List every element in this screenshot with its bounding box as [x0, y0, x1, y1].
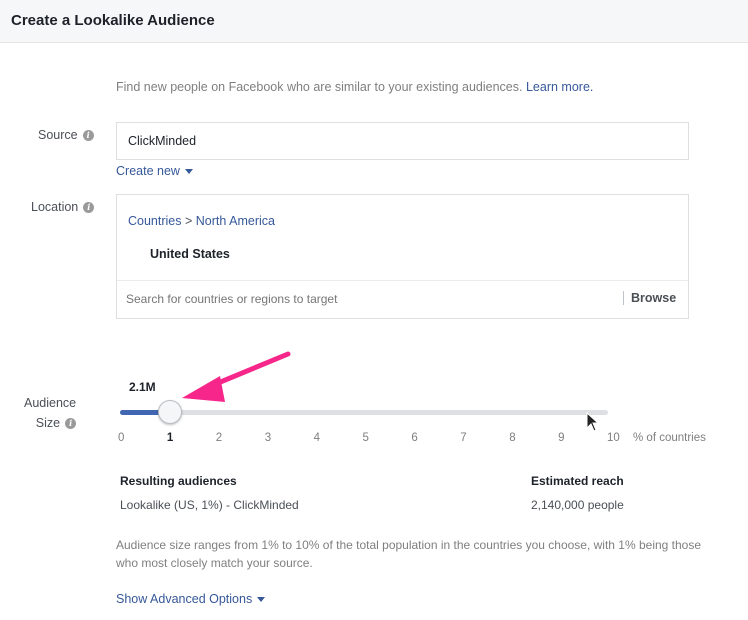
intro-description: Find new people on Facebook who are simi…	[116, 80, 523, 94]
slider-tick-label: 4	[313, 432, 320, 444]
estimated-reach-header: Estimated reach	[531, 474, 624, 488]
selected-country[interactable]: United States	[150, 247, 230, 261]
learn-more-link[interactable]: Learn more.	[526, 80, 593, 94]
source-value: ClickMinded	[128, 134, 197, 148]
dialog-title: Create a Lookalike Audience	[11, 12, 215, 29]
info-icon[interactable]: i	[65, 418, 77, 430]
annotation-arrow-icon	[182, 351, 291, 402]
slider-tick-label: 10	[607, 432, 620, 444]
slider-tick-label: 5	[362, 432, 369, 444]
dialog-header: Create a Lookalike Audience	[0, 0, 748, 43]
breadcrumb-countries[interactable]: Countries	[128, 214, 182, 228]
info-icon[interactable]: i	[82, 130, 94, 142]
breadcrumb-region[interactable]: North America	[196, 214, 275, 228]
divider	[117, 280, 688, 281]
source-label: Source i	[38, 128, 94, 142]
browse-button[interactable]: Browse	[631, 291, 676, 305]
slider-tick-label: 0	[118, 432, 125, 444]
estimated-reach-value: 2,140,000 people	[531, 498, 624, 512]
slider-tick-label: 2	[215, 432, 223, 444]
audience-size-slider[interactable]	[120, 410, 608, 415]
location-search-input[interactable]	[126, 292, 606, 306]
slider-tick-label: 8	[509, 432, 516, 444]
mouse-cursor-icon	[586, 412, 600, 432]
location-breadcrumb: Countries > North America	[128, 214, 275, 228]
location-box: Countries > North America United States …	[116, 194, 689, 319]
slider-handle[interactable]	[157, 400, 182, 424]
source-field[interactable]: ClickMinded	[116, 122, 689, 160]
slider-tick-label: 3	[264, 432, 272, 444]
create-new-button[interactable]: Create new	[116, 164, 193, 178]
slider-tick-label: 7	[460, 432, 467, 444]
audience-size-value: 2.1M	[129, 380, 156, 394]
slider-tick-label: 1	[166, 432, 174, 444]
intro-text: Find new people on Facebook who are simi…	[116, 80, 593, 94]
slider-tick-label: 9	[558, 432, 565, 444]
divider	[623, 291, 624, 305]
audience-size-note: Audience size ranges from 1% to 10% of t…	[116, 538, 702, 570]
slider-unit: % of countries	[633, 432, 706, 444]
caret-down-icon	[257, 597, 266, 603]
caret-down-icon	[184, 169, 193, 175]
resulting-audience-value: Lookalike (US, 1%) - ClickMinded	[120, 498, 299, 512]
show-advanced-options-button[interactable]: Show Advanced Options	[116, 592, 266, 606]
breadcrumb-separator: >	[184, 214, 193, 228]
info-icon[interactable]: i	[83, 202, 95, 214]
location-label: Location i	[31, 200, 95, 214]
resulting-audiences-header: Resulting audiences	[120, 474, 237, 488]
slider-tick-label: 6	[411, 432, 418, 444]
audience-size-label: Audience Size i	[24, 396, 77, 430]
